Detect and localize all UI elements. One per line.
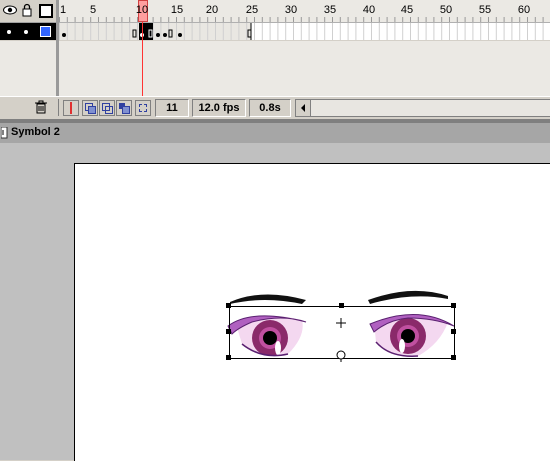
lock-dot-icon[interactable] bbox=[24, 30, 28, 34]
ruler-label: 20 bbox=[205, 4, 219, 16]
eye-icon[interactable] bbox=[3, 5, 17, 15]
frame-ruler[interactable]: 1 5 10 15 20 25 30 35 40 45 50 55 60 bbox=[59, 0, 550, 23]
ruler-label: 55 bbox=[478, 4, 492, 16]
horizontal-scrollbar[interactable] bbox=[295, 99, 550, 117]
layer-row[interactable] bbox=[0, 23, 56, 40]
transform-handle[interactable] bbox=[339, 303, 344, 308]
status-separator bbox=[58, 99, 59, 116]
edit-multiple-frames-icon[interactable] bbox=[116, 100, 132, 116]
frame-cells bbox=[59, 23, 544, 40]
frames-row[interactable] bbox=[59, 23, 550, 40]
frame-rate-field[interactable]: 12.0 fps bbox=[192, 99, 246, 117]
playhead-line bbox=[142, 22, 143, 96]
ruler-label: 35 bbox=[323, 4, 337, 16]
left-eyebrow bbox=[230, 294, 306, 304]
layer-color-swatch[interactable] bbox=[40, 26, 51, 37]
onion-skin-icon[interactable] bbox=[82, 100, 98, 116]
ruler-label: 10 bbox=[135, 4, 149, 16]
lock-icon[interactable] bbox=[22, 3, 32, 17]
right-eyebrow bbox=[368, 290, 448, 304]
ruler-label: 1 bbox=[59, 4, 67, 16]
ruler-label: 60 bbox=[517, 4, 531, 16]
arrow-left-icon bbox=[301, 104, 305, 112]
keyframe-dot bbox=[62, 33, 66, 37]
transform-handle[interactable] bbox=[451, 303, 456, 308]
keyframe-dot bbox=[163, 33, 167, 37]
symbol-name[interactable]: Symbol 2 bbox=[11, 126, 60, 138]
ruler-label: 25 bbox=[245, 4, 259, 16]
keyframe-dot bbox=[156, 33, 160, 37]
registration-point-icon bbox=[336, 318, 346, 328]
scroll-left-button[interactable] bbox=[296, 100, 311, 116]
edit-bar: Symbol 2 bbox=[0, 123, 550, 143]
visibility-dot-icon[interactable] bbox=[7, 30, 11, 34]
ruler-label: 15 bbox=[170, 4, 184, 16]
current-frame-field: 11 bbox=[155, 99, 189, 117]
ruler-ticks bbox=[59, 17, 544, 22]
outline-square-icon[interactable] bbox=[39, 4, 53, 18]
transform-handle[interactable] bbox=[451, 355, 456, 360]
onion-skin-outlines-icon[interactable] bbox=[99, 100, 115, 116]
transform-handle[interactable] bbox=[226, 355, 231, 360]
modify-onion-markers-icon[interactable] bbox=[135, 100, 151, 116]
transform-handle[interactable] bbox=[226, 329, 231, 334]
trash-icon[interactable] bbox=[34, 100, 48, 114]
transform-handle[interactable] bbox=[226, 303, 231, 308]
keyframe-dot bbox=[178, 33, 182, 37]
ruler-label: 30 bbox=[284, 4, 298, 16]
layer-list-empty bbox=[0, 41, 56, 96]
transform-point-icon[interactable] bbox=[335, 350, 347, 362]
ruler-label: 45 bbox=[400, 4, 414, 16]
scene-back-icon[interactable] bbox=[1, 127, 8, 139]
frames-empty-area bbox=[59, 41, 550, 96]
ruler-label: 40 bbox=[362, 4, 376, 16]
center-frame-icon[interactable] bbox=[63, 100, 79, 116]
ruler-label: 50 bbox=[439, 4, 453, 16]
elapsed-time-field: 0.8s bbox=[249, 99, 291, 117]
ruler-label: 5 bbox=[89, 4, 97, 16]
transform-handle[interactable] bbox=[451, 329, 456, 334]
layer-header bbox=[0, 0, 56, 23]
